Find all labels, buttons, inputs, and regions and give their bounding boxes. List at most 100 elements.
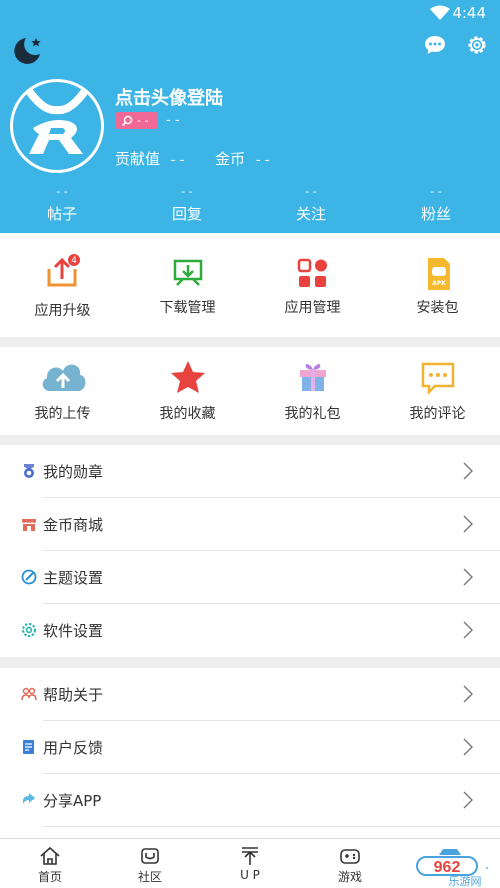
contrib-row: 贡献值 - - 金币 - -	[115, 148, 269, 169]
message-icon[interactable]	[424, 35, 446, 55]
stat-following[interactable]: - - 关注	[271, 186, 351, 224]
stat-label: 回复	[171, 205, 202, 223]
list-item-medals[interactable]: 我的勋章	[0, 445, 500, 498]
stat-label: 粉丝	[420, 205, 451, 223]
grid-item-app-manager[interactable]: 应用管理	[250, 233, 375, 337]
nav-label: 首页	[37, 870, 62, 884]
download-icon	[173, 259, 203, 286]
svg-text:APK: APK	[432, 280, 446, 287]
chevron-right-icon	[463, 621, 473, 639]
apk-icon: APK	[428, 258, 450, 290]
list-item-software-settings[interactable]: 软件设置	[0, 604, 500, 657]
chevron-right-icon	[463, 515, 473, 533]
app-tools-grid: 4 应用升级 下载管理 应用管理 APK 安装包	[0, 233, 500, 337]
stat-value: - -	[181, 185, 193, 198]
share-icon	[23, 793, 35, 804]
shop-icon	[22, 519, 36, 531]
list-item-share[interactable]: 分享APP	[0, 774, 500, 827]
list-label: 金币商城	[43, 516, 104, 534]
settings-icon	[22, 623, 36, 637]
divider	[43, 826, 500, 827]
list-label: 主题设置	[43, 569, 104, 587]
chevron-right-icon	[463, 685, 473, 703]
list-item-theme[interactable]: 主题设置	[0, 551, 500, 604]
grid-label: 应用升级	[34, 303, 91, 319]
night-mode-icon[interactable]	[12, 34, 44, 66]
grid-label: 我的礼包	[284, 406, 341, 422]
coins-label: 金币	[215, 150, 246, 168]
profile-header: 4:44 点击头像登陆 - - - - 贡献值 - - 金币 - - - - 帖…	[0, 0, 500, 233]
home-icon	[40, 846, 60, 865]
stat-fans[interactable]: - - 粉丝	[396, 186, 476, 224]
stat-value: - -	[430, 185, 442, 198]
gift-icon	[300, 364, 326, 391]
nav-community[interactable]: 社区	[120, 845, 180, 885]
grid-label: 下载管理	[159, 300, 216, 316]
list-label: 分享APP	[43, 792, 102, 810]
nav-up[interactable]: U P	[220, 845, 280, 882]
list-item-help[interactable]: 帮助关于	[0, 668, 500, 721]
grid-item-upgrade[interactable]: 4 应用升级	[0, 233, 125, 337]
profile-screen: 4:44 点击头像登陆 - - - - 贡献值 - - 金币 - - - - 帖…	[0, 0, 500, 888]
list-label: 我的勋章	[43, 463, 104, 481]
chevron-right-icon	[463, 568, 473, 586]
level-badge: - -	[115, 112, 158, 129]
watermark-image: 962 . 乐游网	[416, 849, 489, 888]
grid-item-comments[interactable]: 我的评论	[375, 347, 500, 435]
nav-home[interactable]: 首页	[20, 845, 80, 885]
apps-icon	[297, 258, 327, 287]
login-prompt[interactable]: 点击头像登陆	[115, 84, 223, 110]
up-icon	[242, 847, 258, 865]
help-icon	[21, 687, 37, 701]
list-label: 软件设置	[43, 622, 104, 640]
grid-item-favorites[interactable]: 我的收藏	[125, 347, 250, 435]
nav-label: 社区	[137, 870, 162, 884]
status-time: 4:44	[452, 4, 486, 22]
nav-label: U P	[240, 868, 260, 882]
grid-label: 我的上传	[34, 406, 91, 422]
grid-label: 我的评论	[409, 406, 466, 422]
grid-item-downloads[interactable]: 下载管理	[125, 233, 250, 337]
stat-replies[interactable]: - - 回复	[147, 186, 227, 224]
stats-bar: - - 帖子 - - 回复 - - 关注 - - 粉丝	[0, 186, 500, 230]
nav-games[interactable]: 游戏	[320, 845, 380, 885]
chevron-right-icon	[463, 791, 473, 809]
community-icon	[141, 848, 159, 864]
wifi-icon	[430, 5, 450, 20]
upgrade-badge: 4	[71, 256, 77, 266]
stat-value: - -	[305, 185, 317, 198]
gamepad-icon	[340, 849, 360, 864]
list-item-coin-shop[interactable]: 金币商城	[0, 498, 500, 551]
nav-label: 游戏	[337, 870, 362, 884]
grid-label: 我的收藏	[159, 406, 216, 422]
list-label: 用户反馈	[43, 739, 104, 757]
grid-item-gifts[interactable]: 我的礼包	[250, 347, 375, 435]
grid-item-apk[interactable]: APK 安装包	[375, 233, 500, 337]
gear-icon[interactable]	[466, 34, 488, 56]
contrib-label: 贡献值	[115, 150, 161, 168]
stat-posts[interactable]: - - 帖子	[22, 186, 102, 224]
svg-text:乐游网: 乐游网	[449, 875, 482, 888]
stat-label: 关注	[295, 205, 326, 223]
contrib-value: - -	[170, 153, 185, 168]
list-item-feedback[interactable]: 用户反馈	[0, 721, 500, 774]
avatar[interactable]	[10, 79, 104, 173]
badge-suffix: - -	[166, 113, 180, 128]
feedback-icon	[23, 740, 34, 754]
list-label: 帮助关于	[43, 686, 104, 704]
coins-value: - -	[255, 153, 270, 168]
search-icon	[121, 115, 133, 127]
comment-icon	[421, 362, 455, 396]
chevron-right-icon	[463, 738, 473, 756]
settings-list-1: 我的勋章 金币商城 主题设置 软件设置	[0, 445, 500, 657]
upgrade-icon: 4	[47, 254, 80, 287]
stat-label: 帖子	[46, 205, 77, 223]
cloud-upload-icon	[42, 364, 86, 391]
grid-item-uploads[interactable]: 我的上传	[0, 347, 125, 435]
settings-list-2: 帮助关于 用户反馈 分享APP	[0, 668, 500, 838]
stat-value: - -	[56, 185, 68, 198]
grid-label: 安装包	[416, 300, 459, 316]
watermark-logo: 962 . 乐游网	[415, 845, 500, 888]
svg-text:962: 962	[434, 859, 461, 876]
chevron-right-icon	[463, 462, 473, 480]
